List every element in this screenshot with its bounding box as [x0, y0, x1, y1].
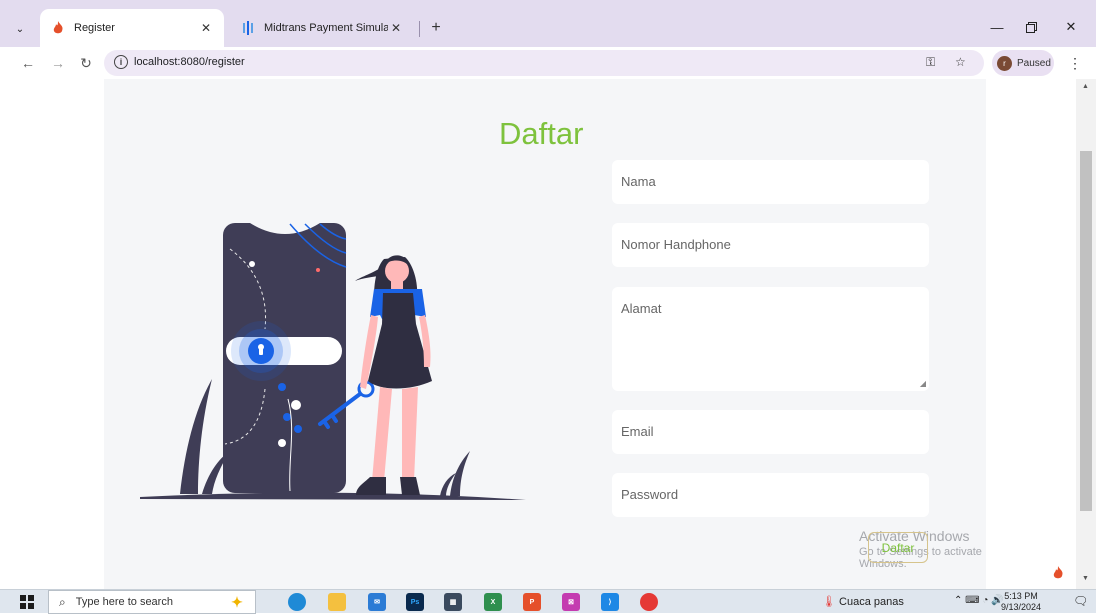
search-icon: ⌕ — [59, 594, 66, 609]
resize-handle-icon[interactable]: ◢ — [920, 379, 926, 388]
store-icon[interactable]: ▦ — [444, 593, 462, 611]
close-icon[interactable]: ✕ — [388, 21, 404, 35]
excel-icon[interactable]: X — [484, 593, 502, 611]
clock-time: 5:13 PM — [1004, 591, 1038, 601]
close-icon[interactable]: ✕ — [198, 21, 214, 35]
phone-placeholder: Nomor Handphone — [621, 237, 731, 252]
taskbar-clock[interactable]: 5:13 PM 9/13/2024 — [1001, 591, 1041, 613]
tab-strip: ⌄ Register ✕ Midtrans Payment Simulator … — [0, 0, 1096, 47]
address-bar[interactable]: i localhost:8080/register ⚿ ☆ — [104, 50, 984, 76]
tab-separator — [419, 21, 420, 37]
daftar-submit-button[interactable]: Daftar — [868, 532, 928, 563]
nama-field[interactable]: Nama — [612, 160, 929, 204]
more-menu-icon[interactable]: ⋮ — [1064, 51, 1086, 75]
forward-icon[interactable]: → — [46, 51, 70, 75]
notification-icon[interactable]: 🗨 — [1073, 594, 1088, 608]
scrollbar-thumb[interactable] — [1080, 151, 1092, 511]
password-key-icon[interactable]: ⚿ — [926, 55, 935, 70]
flame-icon — [50, 20, 66, 36]
page-viewport: Daftar Nama Nomor Handphone Alamat ◢ Ema… — [0, 79, 1076, 589]
search-placeholder: Type here to search — [75, 596, 173, 608]
edge-icon[interactable] — [288, 593, 306, 611]
vscode-icon[interactable]: ⟩ — [601, 593, 619, 611]
restore-icon[interactable] — [1018, 15, 1044, 39]
minimize-icon[interactable]: — — [984, 15, 1010, 39]
app-icon[interactable]: ⊠ — [562, 593, 580, 611]
windows-start-icon[interactable] — [20, 595, 34, 609]
register-panel: Daftar Nama Nomor Handphone Alamat ◢ Ema… — [104, 79, 986, 589]
weather-widget[interactable]: 🌡 Cuaca panas — [822, 595, 904, 608]
password-field[interactable]: Password — [612, 473, 929, 517]
close-window-icon[interactable]: ✕ — [1058, 15, 1084, 39]
back-icon[interactable]: ← — [16, 51, 40, 75]
clock-date: 9/13/2024 — [1001, 602, 1042, 612]
scroll-down-icon[interactable]: ▼ — [1082, 575, 1089, 582]
thermometer-icon: 🌡 — [822, 596, 836, 608]
phone-field[interactable]: Nomor Handphone — [612, 223, 929, 267]
register-illustration — [140, 219, 530, 514]
email-placeholder: Email — [621, 424, 654, 439]
scroll-up-icon[interactable]: ▲ — [1082, 83, 1089, 90]
file-explorer-icon[interactable] — [328, 593, 346, 611]
midtrans-icon — [240, 20, 256, 36]
page-scrollbar[interactable]: ▲ ▼ — [1076, 79, 1096, 589]
tab-register[interactable]: Register ✕ — [40, 9, 224, 47]
site-info-icon[interactable]: i — [114, 55, 128, 69]
url-text: localhost:8080/register — [134, 56, 245, 68]
avatar: r — [997, 55, 1012, 71]
photoshop-icon[interactable]: Ps — [406, 593, 424, 611]
browser-toolbar: ← → ↻ i localhost:8080/register ⚿ ☆ r Pa… — [0, 47, 1096, 79]
tab-title: Register — [74, 22, 115, 34]
page-title: Daftar — [499, 116, 584, 151]
tab-title: Midtrans Payment Simulator — [264, 22, 388, 34]
tab-midtrans[interactable]: Midtrans Payment Simulator ✕ — [230, 9, 414, 47]
nama-placeholder: Nama — [621, 174, 656, 189]
new-tab-button[interactable]: + — [424, 16, 448, 40]
taskbar-search-box[interactable]: ⌕ Type here to search — [48, 590, 256, 614]
profile-status: Paused — [1017, 57, 1051, 69]
tab-search-button[interactable]: ⌄ — [8, 17, 32, 41]
password-placeholder: Password — [621, 487, 679, 502]
address-placeholder: Alamat — [621, 301, 662, 316]
system-tray-icons[interactable]: ⌃ ⌨ ◔ 🔊 — [954, 595, 1004, 606]
weather-text: Cuaca panas — [839, 596, 904, 608]
copilot-sparkle-icon[interactable]: ✦ — [228, 593, 246, 611]
flame-icon — [1052, 566, 1064, 583]
reload-icon[interactable]: ↻ — [74, 51, 98, 75]
profile-button[interactable]: r Paused — [992, 50, 1054, 76]
email-field[interactable]: Email — [612, 410, 929, 454]
bookmark-star-icon[interactable]: ☆ — [955, 55, 966, 69]
address-textarea[interactable]: Alamat ◢ — [612, 287, 929, 391]
powerpoint-icon[interactable]: P — [523, 593, 541, 611]
chrome-icon[interactable] — [640, 593, 658, 611]
windows-taskbar: ⌕ Type here to search ✦ ✉ Ps ▦ X P ⊠ ⟩ 🌡… — [0, 589, 1096, 614]
mail-icon[interactable]: ✉ — [368, 593, 386, 611]
